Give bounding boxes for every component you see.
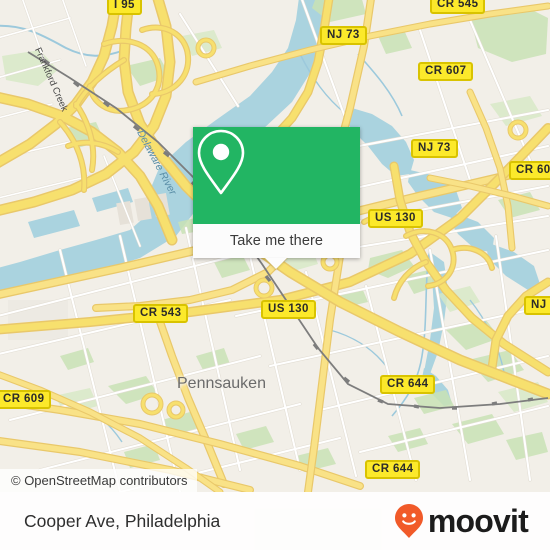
road-shield-i95[interactable]: I 95	[107, 0, 142, 15]
popup-action-area[interactable]: Take me there	[193, 224, 360, 258]
popup-header	[193, 127, 360, 224]
road-shield-nj73-c[interactable]: NJ 73	[524, 296, 550, 315]
road-shield-cr545[interactable]: CR 545	[430, 0, 486, 14]
road-shield-cr607-b[interactable]: CR 607	[509, 161, 550, 180]
popup-pointer-tail	[265, 258, 287, 269]
footer-content: Cooper Ave, Philadelphia moovit	[0, 492, 550, 550]
road-shield-us130-b[interactable]: US 130	[261, 300, 316, 319]
road-shield-nj73-a[interactable]: NJ 73	[320, 26, 367, 45]
moovit-smiley-pin-icon	[394, 504, 423, 538]
place-label-pennsauken: Pennsauken	[177, 375, 266, 392]
map-canvas[interactable]: I 95 CR 545 NJ 73 CR 607 NJ 73 CR 607 US…	[0, 0, 550, 492]
take-me-there-button[interactable]: Take me there	[230, 233, 323, 249]
road-shield-us130-a[interactable]: US 130	[368, 209, 423, 228]
osm-attribution-text[interactable]: © OpenStreetMap contributors	[11, 473, 188, 488]
road-shield-cr644-b[interactable]: CR 644	[365, 460, 421, 479]
moovit-logo[interactable]: moovit	[394, 503, 529, 539]
road-shield-nj73-b[interactable]: NJ 73	[411, 139, 458, 158]
road-shield-cr644-a[interactable]: CR 644	[380, 375, 436, 394]
road-shield-cr607-a[interactable]: CR 607	[418, 62, 474, 81]
map-attribution-bar: © OpenStreetMap contributors	[0, 469, 197, 492]
moovit-map-screen: I 95 CR 545 NJ 73 CR 607 NJ 73 CR 607 US…	[0, 0, 550, 550]
road-shield-cr543[interactable]: CR 543	[133, 304, 189, 323]
footer-bar: Cooper Ave, Philadelphia moovit	[0, 492, 550, 550]
location-address-label: Cooper Ave, Philadelphia	[24, 510, 221, 531]
map-location-popup[interactable]: Take me there	[193, 127, 360, 269]
road-shield-cr609[interactable]: CR 609	[0, 390, 52, 409]
map-pin-icon	[197, 129, 245, 195]
moovit-wordmark: moovit	[427, 503, 529, 539]
